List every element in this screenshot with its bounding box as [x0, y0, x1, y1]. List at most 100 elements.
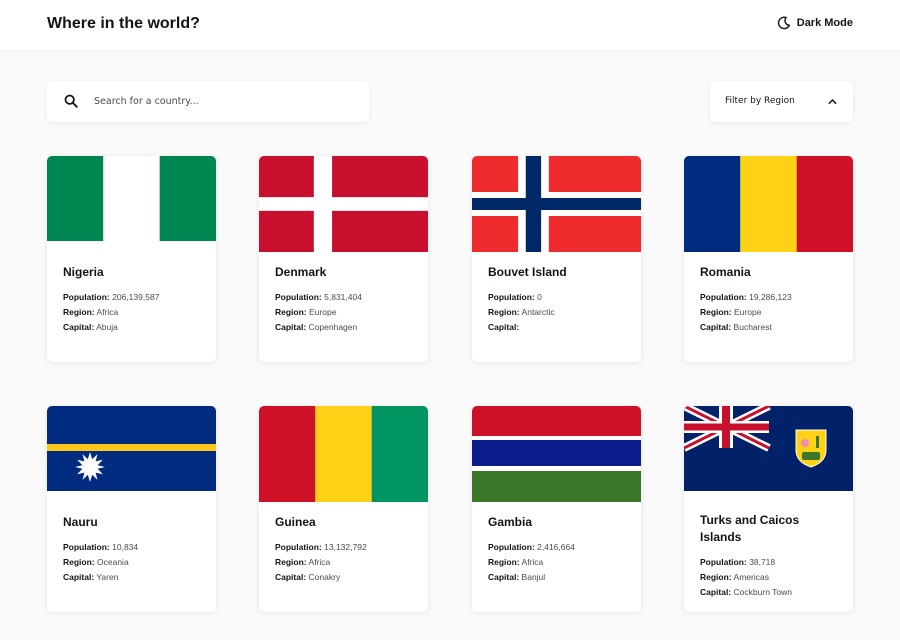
country-card-turks-and-caicos[interactable]: Turks and Caicos Islands Population: 38,… [684, 406, 853, 612]
country-name: Nigeria [63, 265, 104, 279]
region-value: Africa [96, 307, 119, 317]
capital-label: Capital: [275, 322, 307, 332]
population-line: Population: 5,831,404 [275, 290, 416, 305]
region-line: Region: Europe [700, 305, 841, 320]
region-line: Region: Oceania [63, 555, 204, 570]
country-name: Nauru [63, 515, 98, 529]
region-label: Region: [700, 572, 732, 582]
search-icon [64, 94, 78, 108]
region-value: Americas [733, 572, 769, 582]
search-input[interactable] [94, 81, 354, 122]
search-box [47, 81, 369, 122]
country-name: Turks and Caicos Islands [700, 513, 800, 544]
population-value: 13,132,792 [324, 542, 367, 552]
country-name: Gambia [488, 515, 533, 529]
country-card-denmark[interactable]: Denmark Population: 5,831,404 Region: Eu… [259, 156, 428, 362]
gambia-flag-icon [472, 406, 641, 502]
population-label: Population: [488, 292, 535, 302]
region-filter-dropdown[interactable]: Filter by Region [710, 81, 853, 122]
country-info: Nauru Population: 10,834 Region: Oceania… [63, 514, 204, 585]
population-line: Population: 13,132,792 [275, 540, 416, 555]
population-label: Population: [63, 292, 110, 302]
population-line: Population: 38,718 [700, 555, 841, 570]
population-label: Population: [63, 542, 110, 552]
romania-flag-icon [684, 156, 853, 252]
turks-and-caicos-flag-icon [684, 406, 853, 491]
capital-line: Capital: Abuja [63, 320, 204, 335]
country-card-bouvet-island[interactable]: Bouvet Island Population: 0 Region: Anta… [472, 156, 641, 362]
region-line: Region: Americas [700, 570, 841, 585]
capital-label: Capital: [488, 322, 520, 332]
region-label: Region: [700, 307, 732, 317]
population-label: Population: [700, 292, 747, 302]
population-label: Population: [275, 542, 322, 552]
bouvet-island-flag-icon [472, 156, 641, 252]
region-line: Region: Africa [275, 555, 416, 570]
country-info: Bouvet Island Population: 0 Region: Anta… [488, 264, 629, 335]
country-name: Denmark [275, 265, 327, 279]
country-name: Romania [700, 265, 751, 279]
region-label: Region: [488, 307, 520, 317]
capital-value: Yaren [96, 572, 119, 582]
country-card-romania[interactable]: Romania Population: 19,286,123 Region: E… [684, 156, 853, 362]
guinea-flag-icon [259, 406, 428, 502]
region-label: Region: [275, 557, 307, 567]
population-line: Population: 2,416,664 [488, 540, 629, 555]
population-value: 206,139,587 [112, 292, 160, 302]
chevron-up-icon [828, 99, 837, 105]
capital-value: Conakry [308, 572, 341, 582]
country-card-nauru[interactable]: Nauru Population: 10,834 Region: Oceania… [47, 406, 216, 612]
moon-icon [777, 16, 790, 30]
capital-value: Abuja [96, 322, 118, 332]
capital-label: Capital: [275, 572, 307, 582]
country-card-gambia[interactable]: Gambia Population: 2,416,664 Region: Afr… [472, 406, 641, 612]
population-value: 5,831,404 [324, 292, 362, 302]
capital-label: Capital: [700, 587, 732, 597]
country-info: Denmark Population: 5,831,404 Region: Eu… [275, 264, 416, 335]
capital-line: Capital: [488, 320, 629, 335]
region-line: Region: Africa [488, 555, 629, 570]
region-value: Africa [521, 557, 544, 567]
population-value: 2,416,664 [537, 542, 575, 552]
capital-line: Capital: Cockburn Town [700, 585, 841, 600]
region-label: Region: [63, 557, 95, 567]
region-line: Region: Antarctic [488, 305, 629, 320]
country-info: Nigeria Population: 206,139,587 Region: … [63, 264, 204, 335]
capital-value: Bucharest [733, 322, 772, 332]
population-value: 19,286,123 [749, 292, 792, 302]
dark-mode-label: Dark Mode [796, 17, 853, 29]
capital-label: Capital: [700, 322, 732, 332]
country-name: Bouvet Island [488, 265, 567, 279]
capital-line: Capital: Bucharest [700, 320, 841, 335]
population-value: 10,834 [112, 542, 139, 552]
region-line: Region: Europe [275, 305, 416, 320]
denmark-flag-icon [259, 156, 428, 252]
region-value: Antarctic [521, 307, 555, 317]
dark-mode-toggle[interactable]: Dark Mode [777, 16, 853, 30]
region-value: Europe [734, 307, 762, 317]
page-title: Where in the world? [47, 15, 200, 32]
capital-line: Capital: Conakry [275, 570, 416, 585]
country-card-guinea[interactable]: Guinea Population: 13,132,792 Region: Af… [259, 406, 428, 612]
region-line: Region: Africa [63, 305, 204, 320]
nigeria-flag-icon [47, 156, 216, 241]
filter-label: Filter by Region [725, 96, 795, 106]
region-label: Region: [275, 307, 307, 317]
capital-label: Capital: [63, 322, 95, 332]
capital-label: Capital: [63, 572, 95, 582]
region-label: Region: [488, 557, 520, 567]
country-info: Gambia Population: 2,416,664 Region: Afr… [488, 514, 629, 585]
capital-line: Capital: Banjul [488, 570, 629, 585]
country-name: Guinea [275, 515, 316, 529]
population-label: Population: [275, 292, 322, 302]
capital-line: Capital: Copenhagen [275, 320, 416, 335]
population-label: Population: [700, 557, 747, 567]
country-info: Romania Population: 19,286,123 Region: E… [700, 264, 841, 335]
population-line: Population: 10,834 [63, 540, 204, 555]
capital-value: Copenhagen [308, 322, 358, 332]
region-value: Oceania [97, 557, 129, 567]
nauru-flag-icon [47, 406, 216, 491]
country-card-nigeria[interactable]: Nigeria Population: 206,139,587 Region: … [47, 156, 216, 362]
region-value: Africa [308, 557, 331, 567]
population-line: Population: 0 [488, 290, 629, 305]
